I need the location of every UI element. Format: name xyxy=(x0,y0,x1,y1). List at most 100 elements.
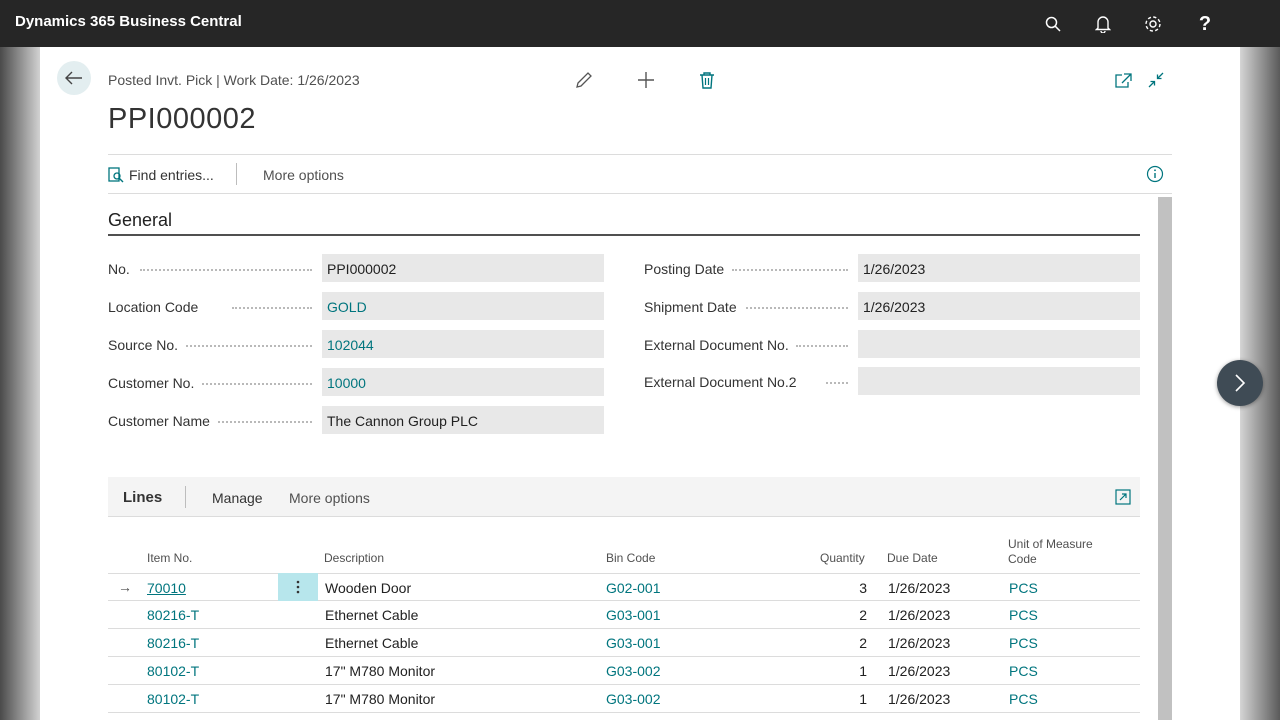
field-label-customer-name: Customer Name xyxy=(108,413,210,429)
field-value-external-document-no[interactable] xyxy=(858,330,1140,358)
open-new-window-icon[interactable] xyxy=(1112,69,1134,91)
cell-bin-code[interactable]: G03-001 xyxy=(606,607,660,623)
actionbar-divider xyxy=(108,193,1172,194)
cell-item-no[interactable]: 80102-T xyxy=(147,663,199,679)
cell-bin-code[interactable]: G03-002 xyxy=(606,663,660,679)
cell-bin-code[interactable]: G03-001 xyxy=(606,635,660,651)
cell-description[interactable]: Ethernet Cable xyxy=(325,607,418,623)
field-label-location-code: Location Code xyxy=(108,299,199,315)
field-label-source-no: Source No. xyxy=(108,337,179,353)
field-label-posting-date: Posting Date xyxy=(644,261,725,277)
field-label-external-document-no: External Document No. xyxy=(644,337,789,353)
cell-description[interactable]: Ethernet Cable xyxy=(325,635,418,651)
cell-description[interactable]: 17" M780 Monitor xyxy=(325,663,435,679)
collapse-icon[interactable] xyxy=(1145,69,1167,91)
col-header-item-no[interactable]: Item No. xyxy=(147,551,192,566)
delete-icon[interactable] xyxy=(696,69,718,91)
page-card: Posted Invt. Pick | Work Date: 1/26/2023… xyxy=(40,47,1240,720)
table-row[interactable]: 80216-T Ethernet Cable G03-001 2 1/26/20… xyxy=(108,629,1140,657)
table-row[interactable]: → 70010 Wooden Door G02-001 3 1/26/2023 … xyxy=(108,573,1140,601)
cell-item-no[interactable]: 80216-T xyxy=(147,635,199,651)
cell-item-no[interactable]: 80102-T xyxy=(147,691,199,707)
field-leader xyxy=(826,382,848,384)
more-options-button[interactable]: More options xyxy=(263,167,344,183)
lines-manage-button[interactable]: Manage xyxy=(212,490,263,506)
cell-quantity[interactable]: 3 xyxy=(827,580,867,596)
field-leader xyxy=(202,383,312,385)
field-value-source-no[interactable]: 102044 xyxy=(322,330,604,358)
field-value-posting-date[interactable]: 1/26/2023 xyxy=(858,254,1140,282)
field-value-shipment-date[interactable]: 1/26/2023 xyxy=(858,292,1140,320)
general-section-title[interactable]: General xyxy=(108,210,172,231)
col-header-due-date[interactable]: Due Date xyxy=(887,551,938,566)
col-header-uom[interactable]: Unit of Measure Code xyxy=(1008,537,1093,567)
backdrop-left xyxy=(0,47,40,720)
field-value-no[interactable]: PPI000002 xyxy=(322,254,604,282)
bell-icon[interactable] xyxy=(1091,12,1115,36)
cell-description[interactable]: Wooden Door xyxy=(325,580,411,596)
field-leader xyxy=(796,345,848,347)
search-icon[interactable] xyxy=(1041,12,1065,36)
lines-more-options-button[interactable]: More options xyxy=(289,490,370,506)
field-value-location-code[interactable]: GOLD xyxy=(322,292,604,320)
gear-icon[interactable] xyxy=(1141,12,1165,36)
field-label-external-document-no2: External Document No.2 xyxy=(644,374,797,390)
table-row[interactable]: 80102-T 17" M780 Monitor G03-002 1 1/26/… xyxy=(108,657,1140,685)
cell-quantity[interactable]: 1 xyxy=(827,691,867,707)
info-icon[interactable] xyxy=(1146,165,1164,183)
cell-uom[interactable]: PCS xyxy=(1009,663,1038,679)
cell-due-date[interactable]: 1/26/2023 xyxy=(888,691,950,707)
page-caption: Posted Invt. Pick | Work Date: 1/26/2023 xyxy=(108,72,360,88)
table-row[interactable]: 80102-T 17" M780 Monitor G03-002 1 1/26/… xyxy=(108,685,1140,713)
cell-bin-code[interactable]: G03-002 xyxy=(606,691,660,707)
back-button[interactable] xyxy=(57,61,91,95)
cell-uom[interactable]: PCS xyxy=(1009,580,1038,596)
field-leader xyxy=(746,307,848,309)
cell-uom[interactable]: PCS xyxy=(1009,607,1038,623)
page-title: PPI000002 xyxy=(108,103,257,135)
general-section-rule xyxy=(108,234,1140,236)
col-header-uom-line2: Code xyxy=(1008,552,1037,566)
cell-due-date[interactable]: 1/26/2023 xyxy=(888,607,950,623)
next-record-button[interactable] xyxy=(1217,360,1263,406)
expand-icon[interactable] xyxy=(1115,489,1131,505)
lines-title[interactable]: Lines xyxy=(123,489,162,506)
scrollbar-thumb[interactable] xyxy=(1158,197,1172,720)
find-entries-button[interactable]: Find entries... xyxy=(108,167,214,183)
cell-quantity[interactable]: 1 xyxy=(827,663,867,679)
cell-item-no[interactable]: 80216-T xyxy=(147,607,199,623)
cell-item-no[interactable]: 70010 xyxy=(147,580,186,596)
field-value-external-document-no2[interactable] xyxy=(858,367,1140,395)
app-title[interactable]: Dynamics 365 Business Central xyxy=(15,13,242,30)
col-header-quantity[interactable]: Quantity xyxy=(820,551,865,566)
cell-due-date[interactable]: 1/26/2023 xyxy=(888,663,950,679)
field-value-customer-name[interactable]: The Cannon Group PLC xyxy=(322,406,604,434)
cell-uom[interactable]: PCS xyxy=(1009,635,1038,651)
more-options-label: More options xyxy=(263,167,344,183)
cell-description[interactable]: 17" M780 Monitor xyxy=(325,691,435,707)
field-label-customer-no: Customer No. xyxy=(108,375,195,391)
new-icon[interactable] xyxy=(635,69,657,91)
field-label-shipment-date: Shipment Date xyxy=(644,299,737,315)
edit-icon[interactable] xyxy=(573,69,595,91)
help-icon[interactable]: ? xyxy=(1193,12,1217,36)
cell-bin-code[interactable]: G02-001 xyxy=(606,580,660,596)
col-header-bin-code[interactable]: Bin Code xyxy=(606,551,655,566)
cell-due-date[interactable]: 1/26/2023 xyxy=(888,635,950,651)
arrow-left-icon xyxy=(65,71,82,85)
row-menu-button[interactable] xyxy=(278,573,318,601)
field-value-customer-no[interactable]: 10000 xyxy=(322,368,604,396)
table-row[interactable]: 80216-T Ethernet Cable G03-001 2 1/26/20… xyxy=(108,601,1140,629)
field-leader xyxy=(218,421,312,423)
top-bar: Dynamics 365 Business Central ? xyxy=(0,0,1280,47)
find-entries-icon xyxy=(108,167,124,183)
cell-due-date[interactable]: 1/26/2023 xyxy=(888,580,950,596)
field-leader xyxy=(232,307,312,309)
field-label-no: No. xyxy=(108,261,130,277)
col-header-description[interactable]: Description xyxy=(324,551,384,566)
cell-quantity[interactable]: 2 xyxy=(827,635,867,651)
actionbar-separator xyxy=(236,163,237,185)
cell-quantity[interactable]: 2 xyxy=(827,607,867,623)
cell-uom[interactable]: PCS xyxy=(1009,691,1038,707)
ellipsis-vertical-icon xyxy=(296,580,300,594)
